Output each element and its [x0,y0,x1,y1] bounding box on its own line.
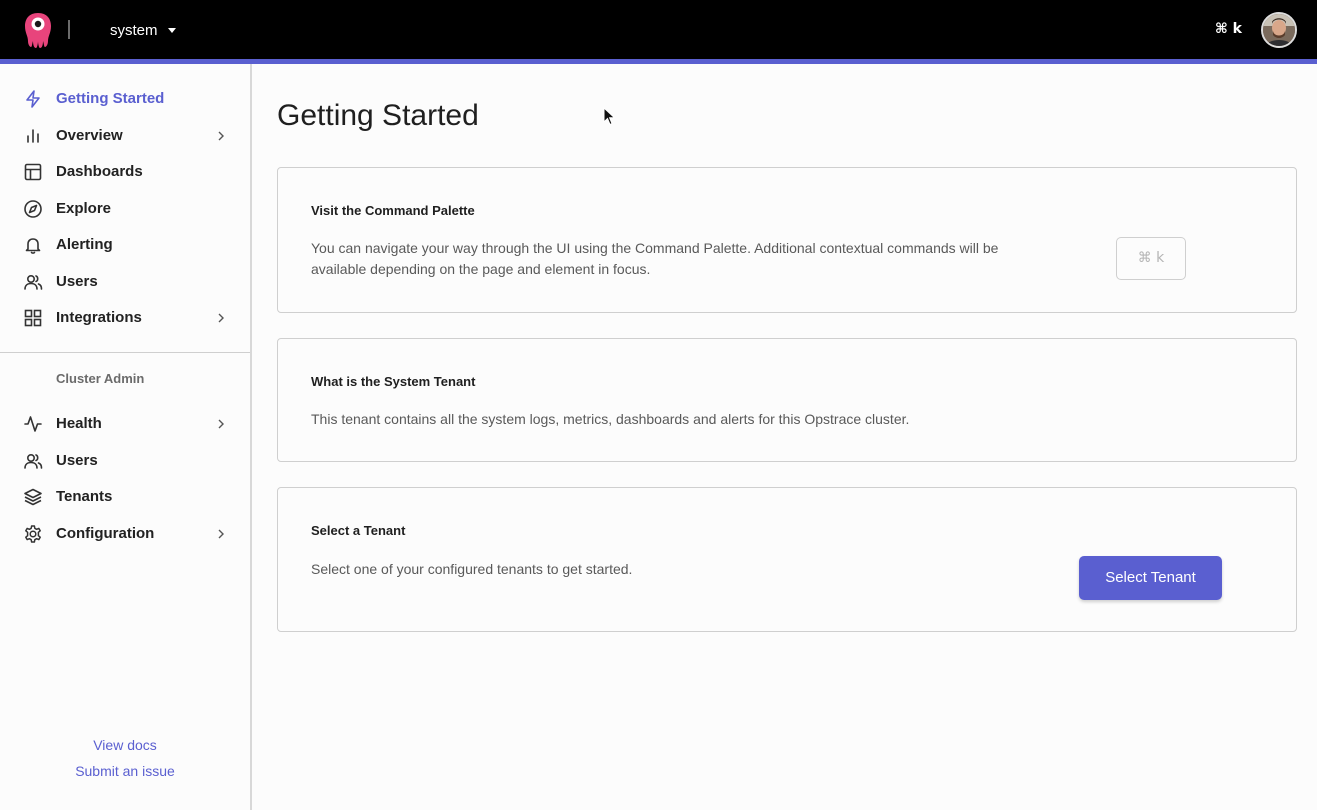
card-title: Visit the Command Palette [311,203,475,218]
sidebar-item-overview[interactable]: Overview [0,118,250,154]
dashboard-layout-icon [24,163,42,181]
command-palette-shortcut[interactable]: ⌘ k [1215,21,1242,37]
mouse-cursor-icon [603,107,616,126]
sidebar-item-configuration[interactable]: Configuration [0,516,250,552]
opstrace-logo-icon[interactable] [23,11,53,49]
bell-icon [25,238,41,254]
compass-icon [24,200,42,218]
chevron-right-icon [218,529,224,539]
caret-down-icon [167,28,176,33]
sidebar-item-explore[interactable]: Explore [0,191,250,227]
users-icon [24,274,43,290]
submit-issue-link[interactable]: Submit an issue [0,763,250,779]
sidebar-item-label: Configuration [56,525,155,542]
select-tenant-button[interactable]: Select Tenant [1079,556,1222,600]
sidebar-item-label: Integrations [56,309,142,326]
card-title: What is the System Tenant [311,374,476,389]
logo-separator [68,20,70,39]
page-title: Getting Started [277,99,479,132]
card-text: You can navigate your way through the UI… [311,240,999,277]
open-command-palette-button[interactable]: ⌘ k [1116,237,1186,280]
card-title: Select a Tenant [311,523,406,538]
system-tenant-card: What is the System Tenant This tenant co… [277,338,1297,462]
sidebar-item-getting-started[interactable]: Getting Started [0,81,250,117]
sidebar-item-integrations[interactable]: Integrations [0,300,250,336]
layers-icon [24,488,42,506]
section-label-cluster-admin: Cluster Admin [56,371,145,386]
sidebar-divider [0,352,250,353]
sidebar-item-label: Tenants [56,488,113,505]
sidebar-item-label: Alerting [56,236,113,253]
sidebar: Getting Started Overview Dashboards Expl… [0,64,252,810]
select-tenant-card: Select a Tenant Select one of your confi… [277,487,1297,632]
sidebar-item-label: Explore [56,200,112,217]
bar-chart-icon [27,129,39,143]
activity-icon [24,416,42,432]
chevron-right-icon [218,419,224,429]
sidebar-item-label: Getting Started [56,90,165,107]
tenant-picker-label: system [110,21,158,39]
sidebar-item-label: Users [56,273,98,290]
command-palette-card: Visit the Command Palette You can naviga… [277,167,1297,313]
avatar-image [1263,14,1295,46]
card-text: Select one of your configured tenants to… [311,561,633,577]
view-docs-link[interactable]: View docs [0,737,250,753]
lightning-icon [26,90,40,108]
sidebar-item-dashboards[interactable]: Dashboards [0,154,250,190]
sidebar-item-users[interactable]: Users [0,264,250,300]
tenant-picker[interactable]: system [110,20,176,40]
sidebar-item-label: Dashboards [56,163,143,180]
user-avatar[interactable] [1261,12,1297,48]
sidebar-item-health[interactable]: Health [0,406,250,442]
chevron-right-icon [218,131,224,141]
card-text: This tenant contains all the system logs… [311,411,910,427]
sidebar-item-label: Health [56,415,102,432]
sidebar-item-label: Users [56,452,98,469]
sidebar-item-tenants[interactable]: Tenants [0,479,250,515]
chevron-right-icon [218,313,224,323]
sidebar-item-alerting[interactable]: Alerting [0,227,250,263]
top-bar: system ⌘ k [0,0,1317,59]
sidebar-item-admin-users[interactable]: Users [0,443,250,479]
gear-icon [25,525,41,543]
sidebar-item-label: Overview [56,127,123,144]
users-icon [24,453,43,469]
grid-icon [24,309,42,327]
